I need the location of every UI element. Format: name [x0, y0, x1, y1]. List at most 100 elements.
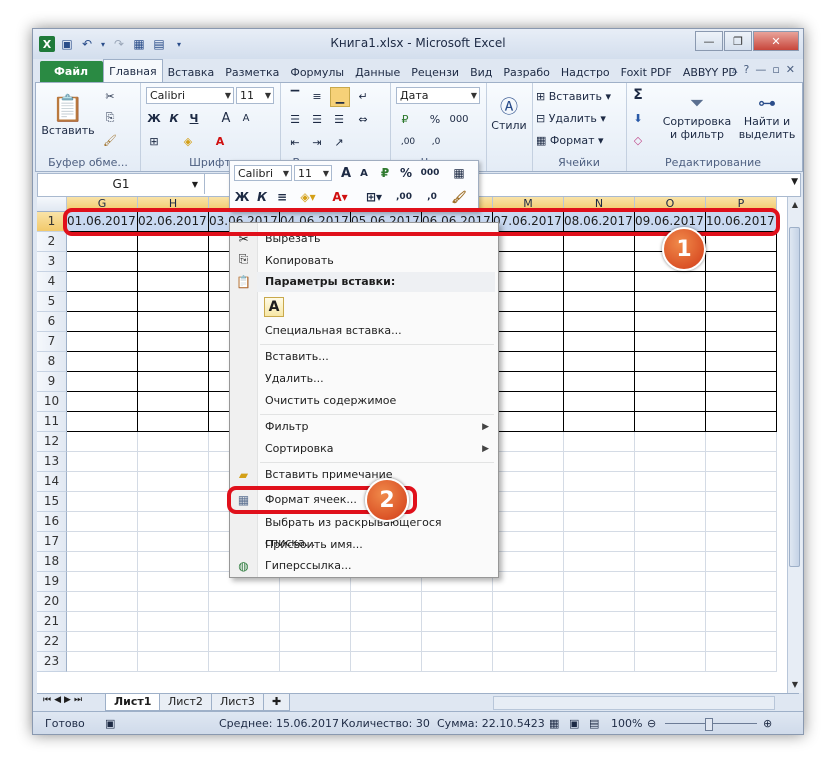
- align-right-icon[interactable]: ☰: [330, 110, 348, 128]
- cell-h22[interactable]: [138, 632, 209, 652]
- bold-icon[interactable]: Ж: [146, 110, 162, 126]
- cell-p23[interactable]: [706, 652, 777, 672]
- fill-color-icon[interactable]: ◈: [180, 133, 196, 149]
- menu-item-sort[interactable]: Сортировка ▶: [257, 439, 495, 459]
- cell-k21[interactable]: [351, 612, 422, 632]
- cell-o7[interactable]: [635, 332, 706, 352]
- copy-icon[interactable]: ⎘: [102, 110, 118, 126]
- tab-developer[interactable]: Разрабо: [498, 62, 555, 82]
- select-all-corner[interactable]: [37, 197, 67, 212]
- cell-j21[interactable]: [280, 612, 351, 632]
- row-header-23[interactable]: 23: [37, 652, 67, 672]
- row-header-7[interactable]: 7: [37, 332, 67, 352]
- cell-o15[interactable]: [635, 492, 706, 512]
- menu-item-define-name[interactable]: Присвоить имя...: [257, 535, 495, 555]
- doc-restore-icon[interactable]: ▫: [772, 63, 779, 76]
- horizontal-scrollbar[interactable]: [493, 696, 775, 710]
- cell-g8[interactable]: [67, 352, 138, 372]
- cell-n11[interactable]: [564, 412, 635, 432]
- row-header-4[interactable]: 4: [37, 272, 67, 292]
- sheet-tab-2[interactable]: Лист2: [159, 694, 212, 711]
- cell-o10[interactable]: [635, 392, 706, 412]
- row-header-14[interactable]: 14: [37, 472, 67, 492]
- align-center-icon[interactable]: ☰: [308, 110, 326, 128]
- menu-item-copy[interactable]: Копировать: [257, 251, 495, 271]
- mini-font-color-icon[interactable]: A▾: [328, 189, 352, 205]
- cell-p15[interactable]: [706, 492, 777, 512]
- doc-minimize-icon[interactable]: —: [755, 63, 766, 76]
- name-box[interactable]: G1 ▼: [38, 174, 205, 194]
- format-painter-icon[interactable]: 🖌: [102, 132, 118, 148]
- vertical-scrollbar[interactable]: ▲ ▼: [787, 197, 802, 693]
- cell-p14[interactable]: [706, 472, 777, 492]
- mini-brush-icon[interactable]: 🖌: [450, 189, 468, 205]
- cell-g19[interactable]: [67, 572, 138, 592]
- increase-decimal-icon[interactable]: ,00: [396, 133, 420, 151]
- cell-p9[interactable]: [706, 372, 777, 392]
- cell-g21[interactable]: [67, 612, 138, 632]
- cell-p13[interactable]: [706, 452, 777, 472]
- cell-m5[interactable]: [493, 292, 564, 312]
- cell-h17[interactable]: [138, 532, 209, 552]
- cell-p17[interactable]: [706, 532, 777, 552]
- cell-m22[interactable]: [493, 632, 564, 652]
- cell-j22[interactable]: [280, 632, 351, 652]
- orientation-icon[interactable]: ↗: [330, 133, 348, 151]
- row-header-18[interactable]: 18: [37, 552, 67, 572]
- cell-g22[interactable]: [67, 632, 138, 652]
- zoom-in-icon[interactable]: ⊕: [763, 717, 772, 730]
- cell-o5[interactable]: [635, 292, 706, 312]
- cell-m19[interactable]: [493, 572, 564, 592]
- cell-n23[interactable]: [564, 652, 635, 672]
- cell-h10[interactable]: [138, 392, 209, 412]
- mini-center-icon[interactable]: ≡: [274, 189, 290, 205]
- cell-h13[interactable]: [138, 452, 209, 472]
- zoom-slider-thumb[interactable]: [705, 718, 713, 731]
- cell-m9[interactable]: [493, 372, 564, 392]
- cell-o22[interactable]: [635, 632, 706, 652]
- cell-j23[interactable]: [280, 652, 351, 672]
- cell-m8[interactable]: [493, 352, 564, 372]
- cell-j20[interactable]: [280, 592, 351, 612]
- row-header-8[interactable]: 8: [37, 352, 67, 372]
- mini-increase-decimal-icon[interactable]: ,00: [392, 189, 416, 205]
- scroll-up-icon[interactable]: ▲: [788, 197, 802, 211]
- close-button[interactable]: ✕: [753, 31, 799, 51]
- cell-g11[interactable]: [67, 412, 138, 432]
- cell-h5[interactable]: [138, 292, 209, 312]
- cell-p5[interactable]: [706, 292, 777, 312]
- help-icon[interactable]: ?: [743, 63, 749, 76]
- menu-item-paste-special[interactable]: Специальная вставка...: [257, 321, 495, 341]
- cell-h6[interactable]: [138, 312, 209, 332]
- align-bottom-icon[interactable]: ▁: [330, 87, 350, 107]
- cell-i22[interactable]: [209, 632, 280, 652]
- zoom-out-icon[interactable]: ⊖: [647, 717, 656, 730]
- grow-font-icon[interactable]: A: [218, 110, 234, 126]
- cell-p16[interactable]: [706, 512, 777, 532]
- cell-o4[interactable]: [635, 272, 706, 292]
- mini-format-painter-icon[interactable]: ▦: [450, 165, 468, 181]
- align-left-icon[interactable]: ☰: [286, 110, 304, 128]
- cell-p18[interactable]: [706, 552, 777, 572]
- cell-p21[interactable]: [706, 612, 777, 632]
- format-cells-button[interactable]: ▦ Формат ▾: [536, 132, 604, 148]
- cell-m18[interactable]: [493, 552, 564, 572]
- cell-o12[interactable]: [635, 432, 706, 452]
- wrap-text-icon[interactable]: ↵: [354, 87, 372, 105]
- italic-icon[interactable]: К: [166, 110, 182, 126]
- vertical-scroll-thumb[interactable]: [789, 227, 800, 567]
- row-header-16[interactable]: 16: [37, 512, 67, 532]
- cell-l22[interactable]: [422, 632, 493, 652]
- cell-n22[interactable]: [564, 632, 635, 652]
- comma-style-icon[interactable]: 000: [448, 110, 470, 128]
- styles-button[interactable]: Ⓐ Стили: [490, 89, 528, 139]
- cell-o16[interactable]: [635, 512, 706, 532]
- cell-n14[interactable]: [564, 472, 635, 492]
- mini-decrease-decimal-icon[interactable]: ,0: [420, 189, 444, 205]
- menu-item-hyperlink[interactable]: Гиперссылка...: [257, 556, 495, 576]
- cell-n20[interactable]: [564, 592, 635, 612]
- cell-n15[interactable]: [564, 492, 635, 512]
- cell-n4[interactable]: [564, 272, 635, 292]
- cell-g4[interactable]: [67, 272, 138, 292]
- cell-i23[interactable]: [209, 652, 280, 672]
